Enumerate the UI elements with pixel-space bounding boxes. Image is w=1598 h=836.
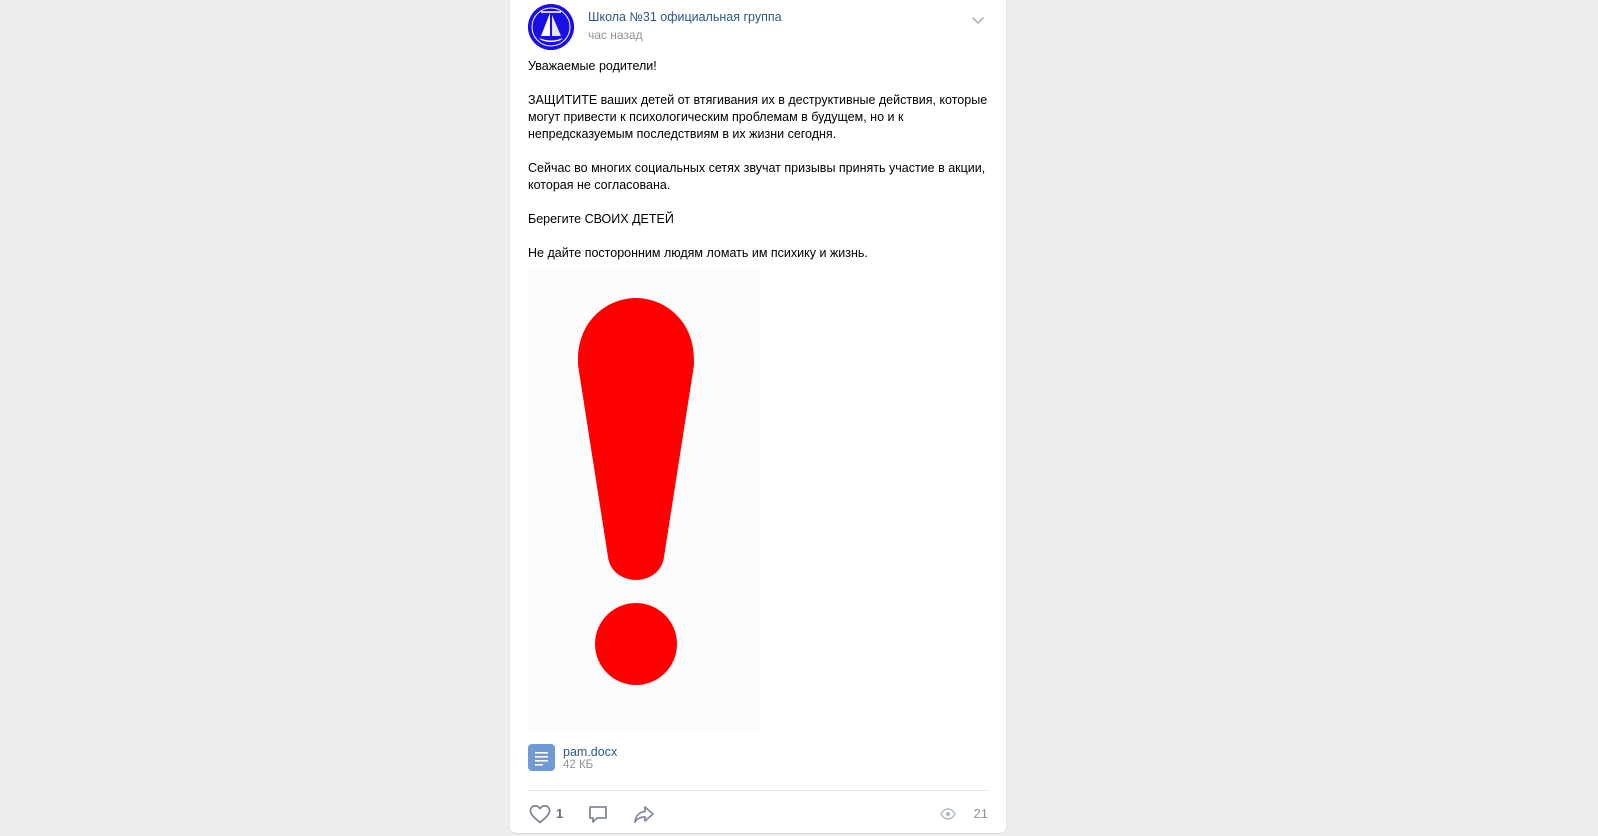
post-header: Школа №31 официальная группа час назад (528, 4, 988, 50)
post-paragraph: Сейчас во многих социальных сетях звучат… (528, 161, 986, 192)
group-name-link[interactable]: Школа №31 официальная группа (588, 10, 782, 24)
eye-icon (940, 808, 956, 820)
views-counter: 21 (938, 802, 988, 826)
document-name[interactable]: pam.docx (563, 745, 617, 759)
post-text: Уважаемые родители! ЗАЩИТИТЕ ваших детей… (528, 58, 988, 279)
post-paragraph: Берегите СВОИХ ДЕТЕЙ (528, 212, 674, 226)
share-button[interactable] (632, 802, 656, 826)
group-avatar[interactable] (528, 4, 574, 50)
document-attachment[interactable]: pam.docx 42 КБ (528, 744, 828, 774)
post-paragraph: Уважаемые родители! (528, 59, 657, 73)
heart-icon (529, 804, 551, 824)
post-paragraph: Не дайте посторонним людям ломать им пси… (528, 246, 868, 260)
comment-button[interactable] (586, 802, 610, 826)
post-menu-button[interactable] (968, 10, 988, 30)
sailboat-logo-icon (528, 4, 574, 50)
exclamation-mark-icon (578, 298, 694, 685)
post-timestamp[interactable]: час назад (588, 28, 643, 42)
page: Школа №31 официальная группа час назад У… (0, 0, 1598, 836)
comment-icon (589, 806, 607, 823)
actions-divider (528, 790, 988, 791)
like-count: 1 (556, 806, 564, 821)
document-icon (528, 744, 555, 771)
post-paragraph: ЗАЩИТИТЕ ваших детей от втягивания их в … (528, 93, 988, 141)
views-count: 21 (973, 806, 988, 821)
chevron-down-icon (972, 17, 984, 24)
like-button[interactable]: 1 (528, 802, 568, 826)
post-actions: 1 21 (528, 800, 988, 828)
post-card: Школа №31 официальная группа час назад У… (510, 0, 1006, 833)
share-icon (634, 806, 654, 823)
post-photo[interactable] (528, 270, 760, 730)
document-size: 42 КБ (563, 759, 594, 771)
